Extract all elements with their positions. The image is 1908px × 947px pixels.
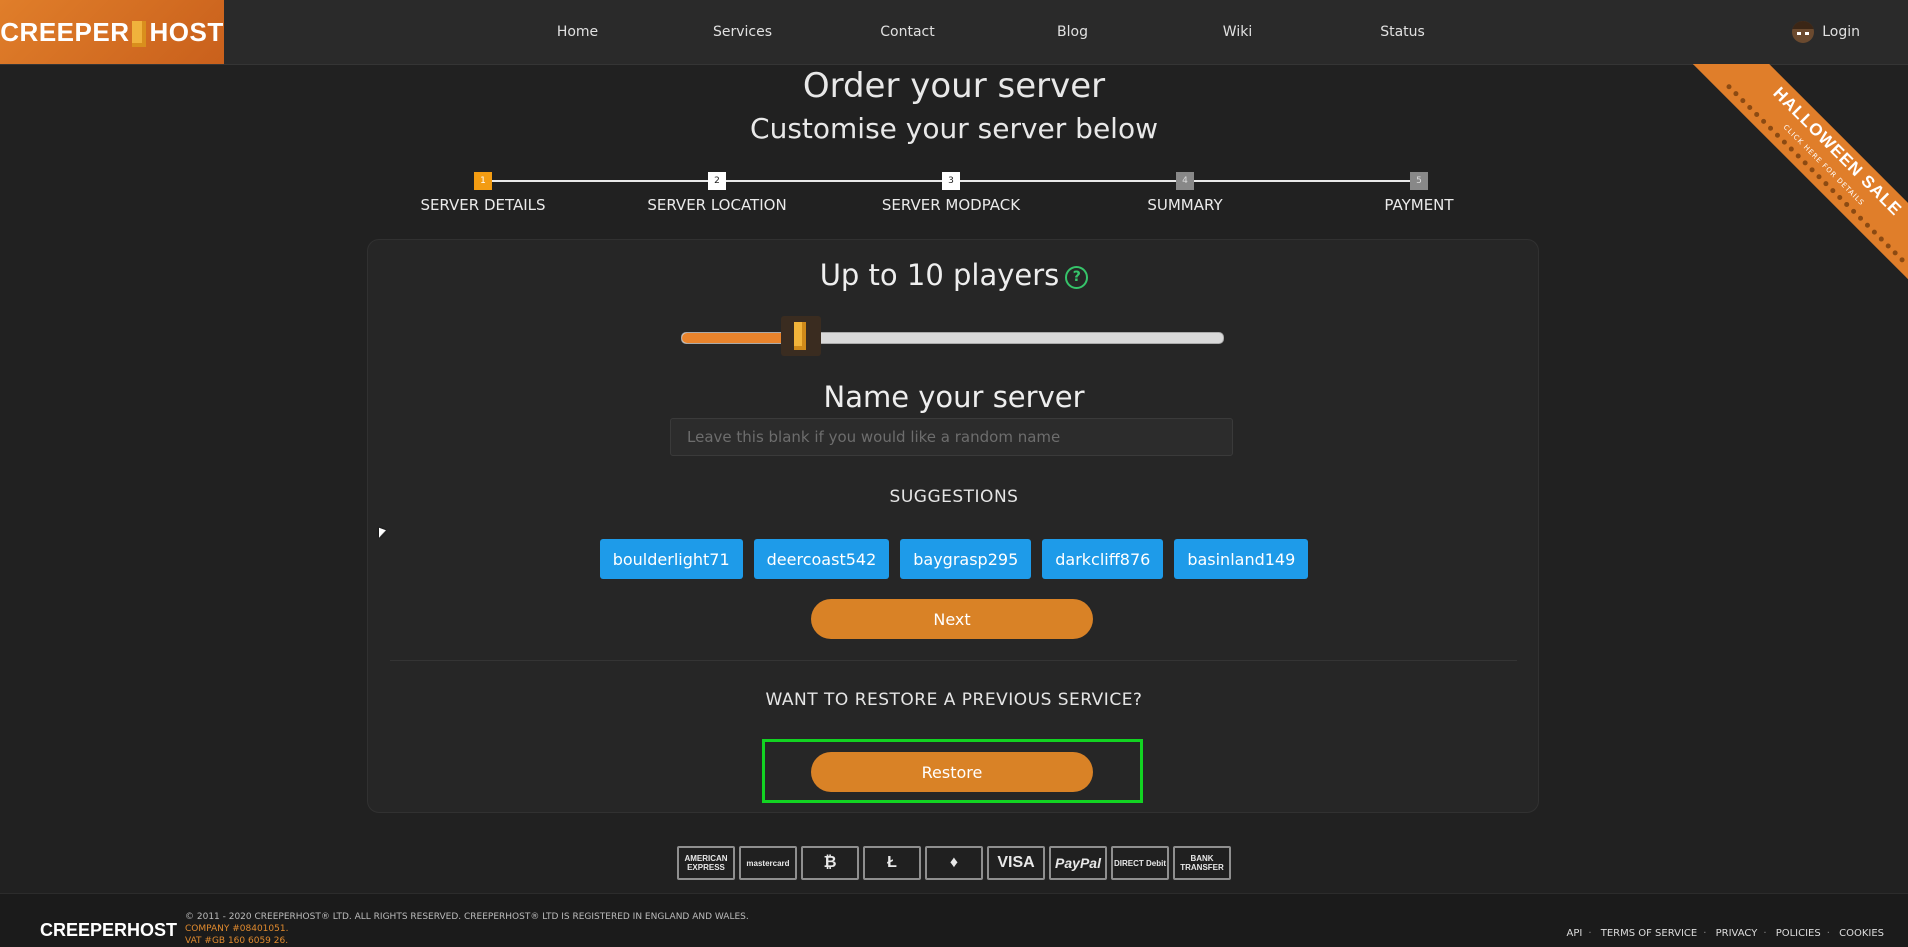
suggestion-button[interactable]: darkcliff876 — [1042, 539, 1164, 579]
top-navbar: CREEPER HOST Home Services Contact Blog W… — [0, 0, 1908, 65]
creeperhost-logo[interactable]: CREEPER HOST — [0, 0, 224, 64]
step-server-location: 2 SERVER LOCATION — [597, 172, 837, 214]
mastercard-icon: mastercard — [739, 846, 797, 880]
paypal-icon: PayPal — [1049, 846, 1107, 880]
direct-debit-icon: DIRECT Debit — [1111, 846, 1169, 880]
step-label: SERVER DETAILS — [420, 196, 546, 214]
visa-icon: VISA — [987, 846, 1045, 880]
footer-legal: © 2011 - 2020 CREEPERHOST® LTD. ALL RIGH… — [185, 911, 749, 947]
step-number: 1 — [474, 172, 492, 190]
players-label: Up to 10 players — [819, 258, 1060, 292]
company-number: COMPANY #08401051. — [185, 924, 289, 934]
nav-contact[interactable]: Contact — [825, 0, 990, 64]
ethereum-icon: ♦ — [925, 846, 983, 880]
nav-blog[interactable]: Blog — [990, 0, 1155, 64]
step-number: 4 — [1176, 172, 1194, 190]
litecoin-icon: Ł — [863, 846, 921, 880]
name-server-heading: Name your server — [823, 380, 1085, 414]
suggestion-button[interactable]: boulderlight71 — [599, 539, 743, 579]
mouse-cursor-icon — [379, 527, 386, 541]
step-number: 5 — [1410, 172, 1428, 190]
step-summary: 4 SUMMARY — [1065, 172, 1305, 214]
players-heading: Up to 10 players? — [0, 258, 1908, 292]
bank-transfer-icon: BANK TRANSFER — [1173, 846, 1231, 880]
footer-link-terms[interactable]: TERMS OF SERVICE — [1601, 928, 1698, 939]
amex-icon: AMERICAN EXPRESS — [677, 846, 735, 880]
payment-methods: AMERICAN EXPRESS mastercard ₿ Ł ♦ VISA P… — [677, 846, 1231, 880]
footer-logo-text: CREEPERHOST — [40, 920, 178, 940]
login-label: Login — [1822, 24, 1860, 40]
nav-wiki[interactable]: Wiki — [1155, 0, 1320, 64]
order-form-card — [367, 239, 1539, 813]
footer-link-api[interactable]: API — [1567, 928, 1583, 939]
step-payment: 5 PAYMENT — [1299, 172, 1539, 214]
player-count-slider[interactable] — [681, 316, 1224, 356]
section-divider — [390, 660, 1517, 661]
bitcoin-icon: ₿ — [801, 846, 859, 880]
step-label: SERVER MODPACK — [881, 196, 1021, 214]
footer-link-policies[interactable]: POLICIES — [1776, 928, 1821, 939]
footer-link-privacy[interactable]: PRIVACY — [1716, 928, 1758, 939]
suggestion-button[interactable]: deercoast542 — [753, 539, 890, 579]
suggestion-button[interactable]: baygrasp295 — [900, 539, 1032, 579]
step-number: 3 — [942, 172, 960, 190]
footer-logo[interactable]: CREEPERHOST — [40, 920, 177, 941]
step-label: SUMMARY — [1147, 196, 1223, 214]
suggestions-list: boulderlight71 deercoast542 baygrasp295 … — [0, 539, 1908, 579]
slider-handle[interactable] — [781, 316, 822, 356]
nav-services[interactable]: Services — [660, 0, 825, 64]
page-subtitle: Customise your server below — [750, 112, 1158, 145]
footer-links: API · TERMS OF SERVICE · PRIVACY · POLICIES… — [1566, 928, 1884, 939]
restore-button[interactable]: Restore — [811, 752, 1093, 792]
step-server-modpack: 3 SERVER MODPACK — [831, 172, 1071, 214]
footer: CREEPERHOST © 2011 - 2020 CREEPERHOST® L… — [0, 893, 1908, 947]
vat-number: VAT #GB 160 6059 26. — [185, 936, 289, 946]
avatar-icon — [1792, 21, 1815, 43]
suggestions-heading: SUGGESTIONS — [889, 487, 1019, 507]
step-number: 2 — [708, 172, 726, 190]
nav-home[interactable]: Home — [495, 0, 660, 64]
server-name-input[interactable] — [670, 418, 1233, 456]
nav-status[interactable]: Status — [1320, 0, 1485, 64]
copyright-text: © 2011 - 2020 CREEPERHOST® LTD. ALL RIGH… — [185, 912, 749, 922]
login-link[interactable]: Login — [1792, 0, 1860, 64]
creeper-block-icon — [794, 322, 807, 350]
step-server-details: 1 SERVER DETAILS — [363, 172, 603, 214]
creeper-block-icon — [132, 20, 147, 47]
next-button[interactable]: Next — [811, 599, 1093, 639]
restore-heading: WANT TO RESTORE A PREVIOUS SERVICE? — [765, 690, 1143, 710]
page-title: Order your server — [802, 66, 1106, 106]
step-label: SERVER LOCATION — [647, 196, 787, 214]
suggestion-button[interactable]: basinland149 — [1174, 539, 1309, 579]
logo-text: CREEPER HOST — [0, 16, 224, 47]
footer-link-cookies[interactable]: COOKIES — [1839, 928, 1884, 939]
help-icon[interactable]: ? — [1065, 265, 1089, 289]
main-nav: Home Services Contact Blog Wiki Status — [495, 0, 1485, 64]
step-label: PAYMENT — [1384, 196, 1454, 214]
